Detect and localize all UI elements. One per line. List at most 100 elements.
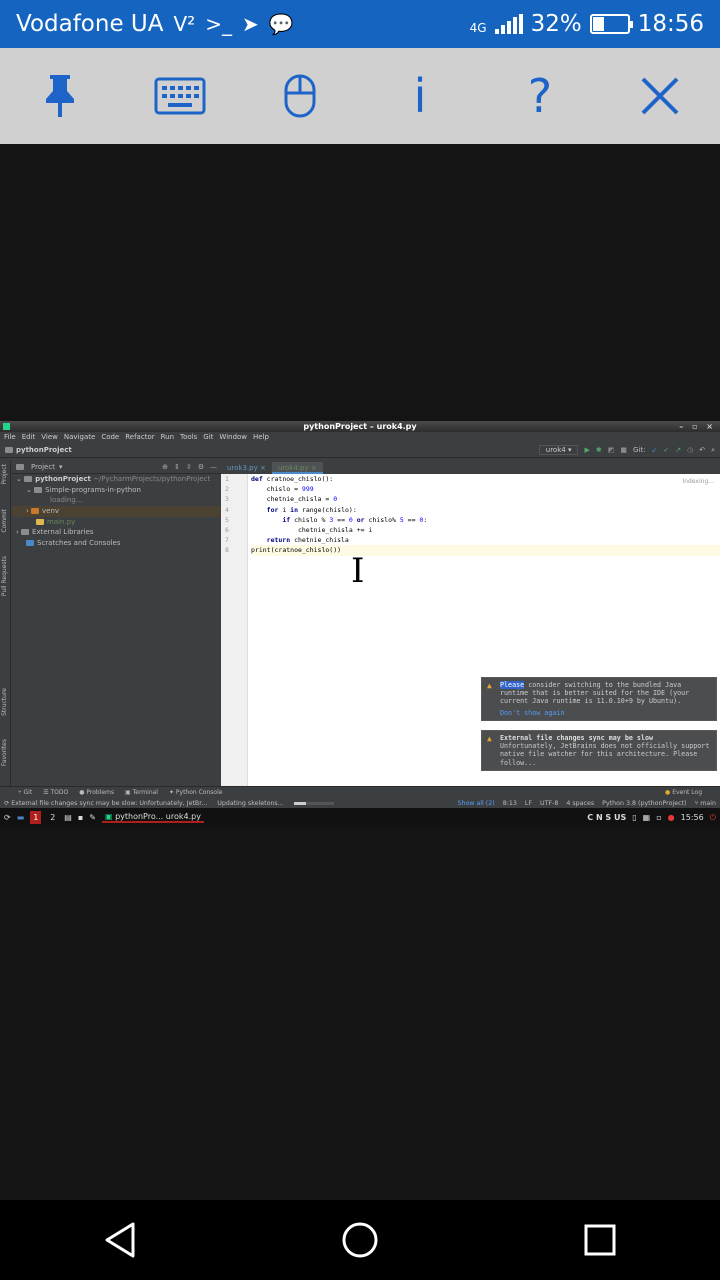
tab-project[interactable]: Project — [1, 464, 8, 485]
ide-main: Project Commit Pull Requests Structure F… — [0, 461, 720, 805]
rollback-icon[interactable]: ↶ — [699, 446, 705, 454]
git-commit-icon[interactable]: ✓ — [663, 446, 669, 454]
desktop-icon[interactable]: ▬ — [17, 813, 25, 822]
file-manager-icon[interactable]: ▤ — [64, 813, 72, 822]
search-icon[interactable]: ⌕ — [711, 446, 715, 455]
code-line[interactable]: if chislo % 3 == 0 or chislo% 5 == 0: — [251, 515, 720, 525]
project-panel-title[interactable]: Project — [31, 463, 55, 471]
debug-icon[interactable]: ✱ — [596, 446, 602, 454]
tree-root[interactable]: ⌄ pythonProject ~/PycharmProjects/python… — [12, 474, 221, 485]
volume-icon[interactable]: ▫ — [656, 813, 661, 822]
mouse-button[interactable] — [260, 56, 340, 136]
alert-icon[interactable]: ● — [668, 813, 675, 822]
terminal-icon[interactable]: ▪ — [78, 813, 83, 822]
remote-desktop[interactable]: pythonProject – urok4.py – ▫ × File Edit V… — [0, 421, 720, 827]
menu-tools[interactable]: Tools — [180, 432, 197, 443]
info-button[interactable]: i — [380, 56, 460, 136]
notification-file-sync[interactable]: ▲ External file changes sync may be slow… — [481, 730, 717, 771]
window-titlebar[interactable]: pythonProject – urok4.py – ▫ × — [0, 421, 720, 432]
dont-show-again-link[interactable]: Don't show again — [500, 709, 710, 717]
menu-git[interactable]: Git — [203, 432, 213, 443]
python-interpreter[interactable]: Python 3.8 (pythonProject) — [602, 800, 686, 807]
code-line[interactable]: print(cratnoe_chislo()) — [251, 545, 720, 556]
clipboard-icon[interactable]: ▯ — [632, 813, 636, 822]
line-number: 8 — [225, 546, 229, 555]
gear-icon[interactable]: ⚙ — [198, 463, 204, 471]
power-icon[interactable]: ⏻ — [710, 813, 716, 823]
code-editor[interactable]: 1 23456 78 def cratnoe_chislo(): chislo = … — [221, 474, 720, 805]
recents-button[interactable] — [570, 1210, 630, 1270]
code-line[interactable]: def cratnoe_chislo(): — [251, 474, 720, 484]
menu-edit[interactable]: Edit — [22, 432, 36, 443]
pin-button[interactable] — [20, 56, 100, 136]
cursor-position[interactable]: 8:13 — [503, 800, 517, 807]
stop-icon[interactable]: ■ — [620, 446, 627, 454]
taskbar-pycharm[interactable]: ▣ pythonPro... urok4.py — [101, 812, 204, 823]
menu-navigate[interactable]: Navigate — [64, 432, 95, 443]
notification-java-runtime[interactable]: ▲ Please consider switching to the bundl… — [481, 677, 717, 721]
chevron-down-icon[interactable]: ▾ — [59, 463, 63, 471]
tab-favorites[interactable]: Favorites — [1, 739, 8, 766]
tool-todo[interactable]: ☰ TODO — [43, 787, 68, 798]
workspace-1[interactable]: 1 — [30, 811, 42, 824]
keyboard-button[interactable] — [140, 56, 220, 136]
code-line[interactable]: chetnie_chisla = 0 — [251, 494, 720, 504]
code-line[interactable]: return chetnie_chisla — [251, 535, 720, 545]
tab-commit[interactable]: Commit — [1, 509, 8, 533]
menu-run[interactable]: Run — [161, 432, 174, 443]
nav-project[interactable]: pythonProject — [5, 446, 533, 454]
file-encoding[interactable]: UTF-8 — [540, 800, 558, 807]
start-menu-icon[interactable]: ⟳ — [4, 813, 11, 822]
menu-refactor[interactable]: Refactor — [125, 432, 154, 443]
battery-icon — [589, 14, 633, 34]
code-line[interactable]: chetnie_chisla += i — [251, 525, 720, 535]
tree-scratches[interactable]: Scratches and Consoles — [12, 538, 221, 549]
coverage-icon[interactable]: ◩ — [608, 446, 615, 454]
collapse-all-icon[interactable]: ⇳ — [186, 463, 192, 471]
expand-all-icon[interactable]: ⇕ — [174, 463, 180, 471]
editor-icon[interactable]: ✎ — [89, 813, 96, 822]
hide-icon[interactable]: — — [210, 463, 217, 471]
locate-icon[interactable]: ⊕ — [162, 463, 168, 471]
git-push-icon[interactable]: ↗ — [675, 446, 681, 454]
tree-file-main[interactable]: main.py — [12, 517, 221, 528]
menu-code[interactable]: Code — [101, 432, 119, 443]
menu-file[interactable]: File — [4, 432, 16, 443]
project-panel: Project ▾ ⊕ ⇕ ⇳ ⚙ — ⌄ pythonProject ~/Py… — [12, 461, 221, 805]
git-update-icon[interactable]: ↙ — [651, 446, 657, 454]
indent-setting[interactable]: 4 spaces — [566, 800, 594, 807]
run-icon[interactable]: ▶ — [584, 446, 589, 454]
history-icon[interactable]: ◷ — [687, 446, 693, 454]
keyboard-layout[interactable]: C N S US — [587, 813, 626, 822]
tool-terminal[interactable]: ▣ Terminal — [125, 787, 158, 798]
workspace-2[interactable]: 2 — [47, 811, 58, 824]
tab-urok4[interactable]: urok4.py × — [271, 462, 323, 474]
code-line[interactable]: chislo = 999 — [251, 484, 720, 494]
home-button[interactable] — [330, 1210, 390, 1270]
menu-window[interactable]: Window — [219, 432, 247, 443]
code-lines[interactable]: def cratnoe_chislo(): chislo = 999 chetn… — [251, 474, 720, 556]
tree-folder-simple-programs[interactable]: ⌄ Simple-programs-in-python — [12, 485, 221, 496]
tool-problems[interactable]: ● Problems — [79, 787, 114, 798]
show-all-link[interactable]: Show all (2) — [457, 800, 494, 807]
network-icon[interactable]: ▦ — [643, 813, 651, 822]
help-button[interactable]: ? — [500, 56, 580, 136]
code-line[interactable]: for i in range(chislo): — [251, 505, 720, 515]
tab-structure[interactable]: Structure — [1, 688, 8, 716]
menu-view[interactable]: View — [41, 432, 58, 443]
window-controls[interactable]: – ▫ × — [679, 421, 716, 432]
tab-pull-requests[interactable]: Pull Requests — [1, 556, 8, 596]
line-separator[interactable]: LF — [525, 800, 532, 807]
tab-urok3[interactable]: urok3.py × — [221, 462, 272, 474]
close-button[interactable] — [620, 56, 700, 136]
tool-python-console[interactable]: ✦ Python Console — [169, 787, 222, 798]
run-config-select[interactable]: urok4 ▾ — [538, 445, 579, 455]
tool-git[interactable]: ⑂ Git — [18, 787, 32, 798]
tree-external-libraries[interactable]: › External Libraries — [12, 527, 221, 538]
back-button[interactable] — [90, 1210, 150, 1270]
status-message[interactable]: ⟳ External file changes sync may be slow… — [4, 800, 207, 807]
tree-folder-venv[interactable]: › venv — [12, 506, 221, 517]
git-branch[interactable]: ⑂ main — [694, 800, 716, 807]
event-log[interactable]: ● Event Log — [665, 787, 720, 798]
menu-help[interactable]: Help — [253, 432, 269, 443]
